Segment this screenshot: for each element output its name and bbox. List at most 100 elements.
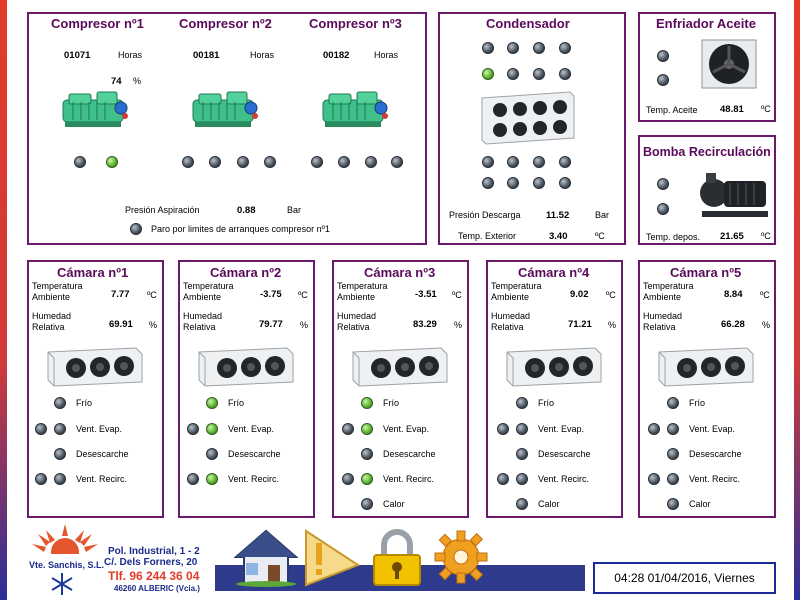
pump-led-2 [657,203,669,215]
home-button[interactable] [232,527,300,587]
chamber-5-recirc-led-1 [648,473,660,485]
chamber-2-defrost-label: Desescarche [228,449,281,459]
chamber-3-hum-label-2: Relativa [337,322,370,332]
snowflake-icon [51,573,73,595]
condenser-panel: Condensador Presión Descarga 11.52 Bar T… [438,12,626,245]
chamber-4-hum-unit: % [608,320,617,330]
tank-temp-unit: ºC [761,231,771,241]
chamber-4-heat-label: Calor [538,499,560,509]
oil-cooler-panel: Enfriador Aceite Temp. Aceite 48.81 ºC [638,12,776,122]
chamber-5-temp-label-1: Temperatura [643,281,694,291]
chamber-5-evap-label: Vent. Evap. [689,424,736,434]
chamber-3-panel: Cámara nº3 Temperatura Ambiente -3.51 ºC… [332,260,469,518]
chamber-3-temp-label-1: Temperatura [337,281,388,291]
chamber-3-temp-unit: ºC [452,290,462,300]
chamber-4-temp-unit: ºC [606,290,616,300]
compressor-2-image [189,86,263,132]
left-edge-bar [0,0,7,600]
chamber-1-defrost-led [54,448,66,460]
condenser-led-3 [533,42,545,54]
compressor-1-title: Compresor nº1 [51,16,144,31]
compressor-3-led-1 [311,156,323,168]
chamber-5-temp-unit: ºC [760,290,770,300]
compressor-1-led-1 [74,156,86,168]
oil-cooler-title: Enfriador Aceite [656,16,756,31]
chamber-1-evaporator-image [46,346,144,388]
chamber-5-temp-value: 8.84 [724,289,743,300]
exterior-temp-value: 3.40 [549,231,568,242]
chamber-4-heat-led [516,498,528,510]
chamber-1-evap-led-2 [54,423,66,435]
condenser-led-11 [533,156,545,168]
discharge-pressure-label: Presión Descarga [449,210,521,220]
chamber-2-panel: Cámara nº2 Temperatura Ambiente -3.75 ºC… [178,260,315,518]
suction-pressure-unit: Bar [287,205,302,215]
condenser-led-16 [559,177,571,189]
chamber-2-evap-label: Vent. Evap. [228,424,275,434]
condenser-led-13 [482,177,494,189]
compressor-2-led-4 [264,156,276,168]
condenser-led-7 [533,68,545,80]
chamber-1-recirc-led-1 [35,473,47,485]
status-datetime: 04:28 01/04/2016, Viernes [593,562,776,594]
chamber-2-temp-label-1: Temperatura [183,281,234,291]
recirculation-pump-panel: Bomba Recirculación Temp. depos. 21.65 º… [638,135,776,245]
chamber-4-recirc-led-1 [497,473,509,485]
chamber-3-heat-label: Calor [383,499,405,509]
chamber-4-cold-label: Frío [538,398,555,408]
settings-button[interactable] [432,527,490,587]
alarm-button[interactable] [300,527,362,587]
oil-cooler-led-2 [657,74,669,86]
compressor-3-hours: 00182 [323,50,350,61]
company-address-1: Pol. Industrial, 1 - 2 [108,546,200,557]
condenser-led-9 [482,156,494,168]
chamber-4-evap-label: Vent. Evap. [538,424,585,434]
chamber-4-temp-value: 9.02 [570,289,589,300]
chamber-2-recirc-label: Vent. Recirc. [228,474,280,484]
compressor-3-hours-unit: Horas [374,50,399,60]
chamber-3-recirc-led-1 [342,473,354,485]
chamber-5-cold-label: Frío [689,398,706,408]
chamber-1-hum-value: 69.91 [109,319,133,330]
chamber-5-hum-label-2: Relativa [643,322,676,332]
lock-button[interactable] [370,529,424,587]
compressor-3-led-3 [365,156,377,168]
condenser-led-15 [533,177,545,189]
compressor-2-led-2 [209,156,221,168]
chamber-4-defrost-label: Desescarche [538,449,591,459]
chamber-1-temp-unit: ºC [147,290,157,300]
oil-cooler-image [701,39,757,89]
company-city: 46260 ALBERIC (Vcia.) [114,584,200,593]
chamber-4-recirc-led-2 [516,473,528,485]
chamber-4-recirc-label: Vent. Recirc. [538,474,590,484]
suction-pressure-label: Presión Aspiración [125,205,200,215]
chamber-3-evap-led-1 [342,423,354,435]
compressor-1-load-unit: % [133,76,142,86]
chamber-3-hum-unit: % [454,320,463,330]
oil-temp-label: Temp. Aceite [646,105,698,115]
chamber-5-defrost-led [667,448,679,460]
chamber-1-temp-label-2: Ambiente [32,292,71,302]
compressor-3-title: Compresor nº3 [309,16,402,31]
compressor-3-led-2 [338,156,350,168]
condenser-led-14 [507,177,519,189]
oil-temp-unit: ºC [761,104,771,114]
chamber-3-temp-label-2: Ambiente [337,292,376,302]
chamber-4-cold-led [516,397,528,409]
compressor-2-hours: 00181 [193,50,220,61]
chamber-3-recirc-led-2 [361,473,373,485]
chamber-3-evap-label: Vent. Evap. [383,424,430,434]
chamber-1-title: Cámara nº1 [57,265,129,280]
compressor-2-hours-unit: Horas [250,50,275,60]
chamber-5-title: Cámara nº5 [670,265,742,280]
chamber-4-evap-led-2 [516,423,528,435]
compressor-1-hours: 01071 [64,50,91,61]
condenser-led-5 [482,68,494,80]
chamber-1-evap-led-1 [35,423,47,435]
compressor-2-led-3 [237,156,249,168]
chamber-2-temp-value: -3.75 [260,289,282,300]
condenser-led-2 [507,42,519,54]
chamber-3-title: Cámara nº3 [364,265,436,280]
exterior-temp-label: Temp. Exterior [458,231,517,241]
chamber-4-hum-label-2: Relativa [491,322,524,332]
